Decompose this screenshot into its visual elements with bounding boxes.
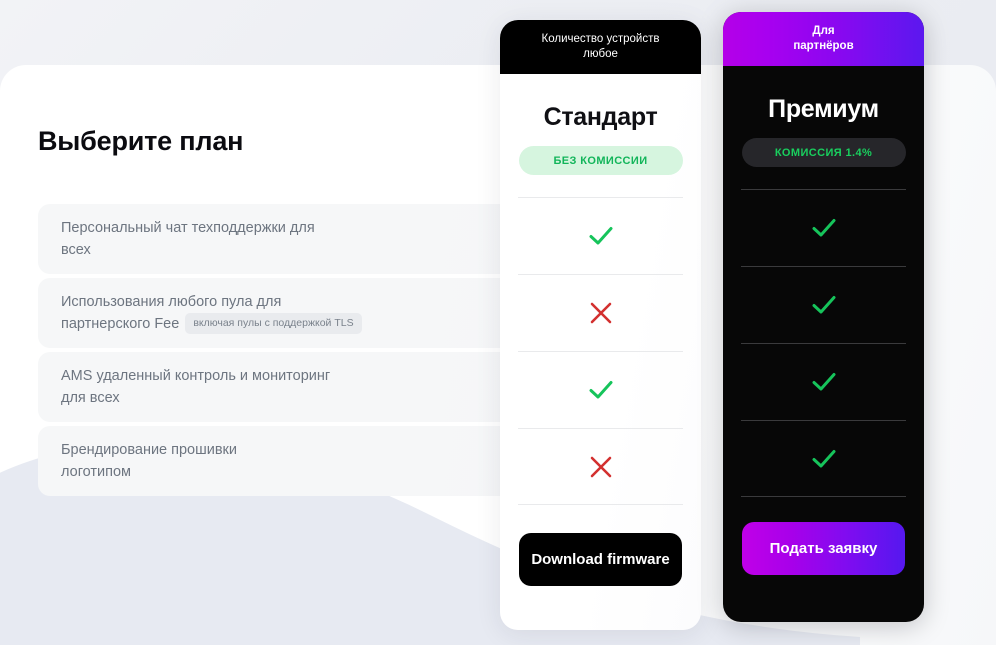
check-icon [812,372,835,390]
feature-line-2: партнерского Fee включая пулы с поддержко… [61,313,362,335]
plan-mark-cell [723,189,924,266]
check-icon [812,449,835,467]
plan-mark-cell [500,351,701,428]
feature-text: Персональный чат техподдержки для всех [61,217,315,261]
ribbon-line-2: любое [583,48,618,60]
feature-text: Использования любого пула для партнерско… [61,291,362,335]
plan-card-standard[interactable]: Количество устройств любое Стандарт БЕЗ … [500,20,701,630]
ribbon-line-1: Количество устройств [541,33,660,45]
plan-marks-premium [723,189,924,497]
feature-line-1: Брендирование прошивки [61,442,238,458]
plan-mark-cell [500,197,701,274]
plan-marks-standard [500,197,701,505]
plan-ribbon-standard: Количество устройств любое [500,20,701,74]
feature-line-2: логотипом [61,464,132,480]
cross-icon [590,302,611,323]
plan-title-premium: Премиум [768,95,879,123]
plan-badge-standard: БЕЗ КОМИССИИ [518,146,683,175]
feature-text: Брендирование прошивки логотипом [61,439,237,483]
ribbon-line-1: Для [812,25,835,37]
check-icon [589,380,612,398]
feature-line-2-text: партнерского Fee [61,316,180,332]
feature-line-1: AMS удаленный контроль и мониторинг [61,368,331,384]
plan-mark-cell [723,420,924,497]
feature-chip-tls: включая пулы с поддержкой TLS [185,313,362,334]
plan-card-premium[interactable]: Для партнёров Премиум КОМИССИЯ 1.4% Пода… [723,12,924,622]
feature-line-2: для всех [61,390,120,406]
plan-mark-cell [500,274,701,351]
plan-badge-premium: КОМИССИЯ 1.4% [741,138,906,167]
plan-title-standard: Стандарт [543,103,658,131]
feature-line-1: Персональный чат техподдержки для [61,220,315,236]
feature-text: AMS удаленный контроль и мониторинг для … [61,365,330,409]
feature-line-2: всех [61,242,91,258]
apply-button[interactable]: Подать заявку [742,522,905,575]
plan-mark-cell [723,266,924,343]
ribbon-line-2: партнёров [793,40,854,52]
page-background: Выберите план Персональный чат техподдер… [0,0,996,645]
page-title: Выберите план [38,126,244,156]
check-icon [812,295,835,313]
download-firmware-button[interactable]: Download firmware [519,533,682,586]
cross-icon [590,456,611,477]
plan-mark-cell [723,343,924,420]
feature-line-1: Использования любого пула для [61,294,282,310]
plan-ribbon-premium: Для партнёров [723,12,924,66]
check-icon [589,226,612,244]
check-icon [812,218,835,236]
plan-mark-cell [500,428,701,505]
